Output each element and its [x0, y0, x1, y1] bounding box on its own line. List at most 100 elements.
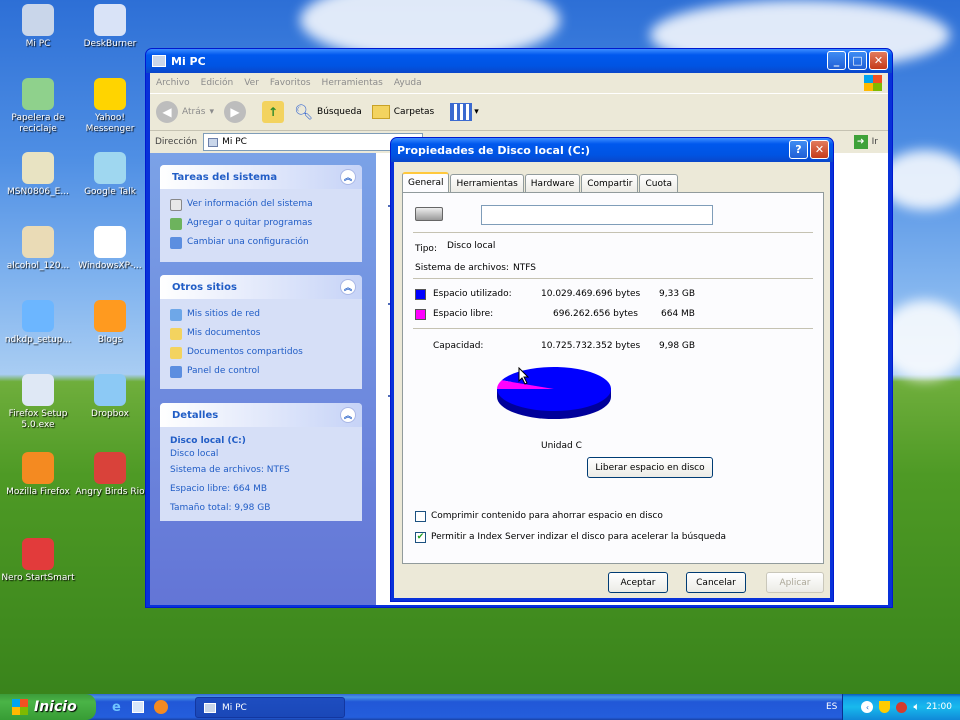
place-link-network[interactable]: Mis sitios de red	[170, 305, 352, 324]
windows-logo-icon	[864, 75, 882, 91]
task-link-system-info[interactable]: Ver información del sistema	[170, 195, 352, 214]
tab-general[interactable]: General	[402, 172, 450, 192]
tab-cuota[interactable]: Cuota	[639, 174, 678, 192]
details-name: Disco local (C:)	[170, 436, 246, 446]
ie-quick-launch-icon[interactable]: e	[112, 700, 121, 715]
desktop-icon-8[interactable]: WindowsXP-...	[72, 226, 148, 272]
place-link-documents[interactable]: Mis documentos	[170, 324, 352, 343]
antivirus-icon[interactable]	[896, 701, 908, 713]
dialog-close-button[interactable]: ✕	[810, 140, 829, 159]
desktop-icon-9[interactable]: ndkdp_setup...	[0, 300, 76, 346]
task-pane: Tareas del sistema ︽ Ver información del …	[150, 153, 376, 605]
collapse-chevron-icon[interactable]: ︽	[340, 169, 356, 185]
collapse-chevron-icon[interactable]: ︽	[340, 279, 356, 295]
capacity-label: Capacidad:	[433, 341, 484, 351]
firefox-quick-launch-icon[interactable]	[154, 700, 168, 714]
tray-arrow-icon[interactable]: ‹	[861, 701, 874, 713]
folders-button[interactable]: Carpetas	[371, 105, 434, 119]
volume-icon[interactable]: 🔈︎	[913, 700, 920, 714]
tab-hardware[interactable]: Hardware	[524, 174, 581, 192]
properties-dialog: Propiedades de Disco local (C:) ? ✕ Gene…	[390, 137, 834, 602]
dialog-title-bar[interactable]: Propiedades de Disco local (C:) ? ✕	[391, 138, 833, 162]
used-label: Espacio utilizado:	[433, 289, 512, 299]
details-fs: Sistema de archivos: NTFS	[170, 465, 290, 475]
details-free: Espacio libre: 664 MB	[170, 484, 268, 494]
task-link-change-setting[interactable]: Cambiar una configuración	[170, 233, 352, 252]
firefox-setup-icon	[22, 374, 54, 406]
setup-icon	[22, 300, 54, 332]
desktop-icon-15[interactable]: Nero StartSmart	[0, 538, 76, 584]
desktop-icon-12[interactable]: Dropbox	[72, 374, 148, 420]
capacity-size: 9,98 GB	[659, 341, 696, 351]
drive-label: Unidad C	[541, 441, 582, 451]
language-indicator[interactable]: ES	[826, 702, 837, 712]
windows-logo-icon	[12, 699, 28, 715]
desktop-icon-14[interactable]: Angry Birds Rio	[72, 452, 148, 498]
tab-compartir[interactable]: Compartir	[581, 174, 639, 192]
blogs-icon	[94, 300, 126, 332]
compress-checkbox[interactable]	[415, 511, 426, 522]
desktop-icon-label: Dropbox	[91, 409, 129, 419]
desktop-icon-3[interactable]: Papelera de reciclaje	[0, 78, 76, 135]
ok-button[interactable]: Aceptar	[608, 572, 668, 593]
folders-icon	[371, 105, 390, 119]
disk-cleanup-button[interactable]: Liberar espacio en disco	[587, 457, 713, 478]
taskbar-button-mi-pc[interactable]: Mi PC	[195, 697, 345, 718]
desktop-icon-label: Mi PC	[25, 39, 51, 49]
maximize-button[interactable]: □	[848, 51, 867, 70]
place-link-shared[interactable]: Documentos compartidos	[170, 343, 352, 362]
collapse-chevron-icon[interactable]: ︽	[340, 407, 356, 423]
menu-edicion[interactable]: Edición	[201, 78, 234, 88]
search-button[interactable]: 🔍︎ Búsqueda	[294, 103, 362, 121]
views-button[interactable]: ▾	[450, 103, 479, 121]
tab-herramientas[interactable]: Herramientas	[450, 174, 524, 192]
menu-ver[interactable]: Ver	[244, 78, 259, 88]
go-arrow-icon: ➜	[853, 135, 868, 149]
close-button[interactable]: ✕	[869, 51, 888, 70]
firefox-icon	[22, 452, 54, 484]
back-button[interactable]: ◀ Atrás ▾	[156, 101, 214, 123]
other-places-header[interactable]: Otros sitios ︽	[160, 275, 362, 299]
desktop-icon-6[interactable]: Google Talk	[72, 152, 148, 198]
start-button[interactable]: Inicio	[0, 694, 96, 720]
up-folder-button[interactable]: ↑	[261, 101, 284, 123]
control-panel-icon	[170, 365, 182, 378]
menu-ayuda[interactable]: Ayuda	[394, 78, 422, 88]
desktop-icon-4[interactable]: Yahoo! Messenger	[72, 78, 148, 135]
index-label: Permitir a Index Server indizar el disco…	[431, 532, 727, 542]
yahoo-messenger-icon	[94, 78, 126, 110]
computer-icon	[152, 55, 166, 67]
desktop-icon-10[interactable]: Blogs	[72, 300, 148, 346]
system-tray: ‹ 🔈︎ 21:00	[842, 694, 960, 720]
msn-installer-icon	[22, 152, 54, 184]
minimize-button[interactable]: _	[827, 51, 846, 70]
show-desktop-icon[interactable]	[132, 701, 144, 713]
menu-archivo[interactable]: Archivo	[156, 78, 190, 88]
menu-favoritos[interactable]: Favoritos	[270, 78, 311, 88]
volume-label-input[interactable]	[481, 205, 713, 225]
help-button[interactable]: ?	[789, 140, 808, 159]
cancel-button[interactable]: Cancelar	[686, 572, 746, 593]
desktop-icon-5[interactable]: MSN0806_E...	[0, 152, 76, 198]
place-link-control-panel[interactable]: Panel de control	[170, 362, 352, 381]
desktop-icon-1[interactable]: Mi PC	[0, 4, 76, 50]
desktop-icon-label: Yahoo! Messenger	[85, 113, 135, 134]
task-link-add-remove[interactable]: Agregar o quitar programas	[170, 214, 352, 233]
used-color-swatch	[415, 289, 426, 300]
desktop-icon-label: alcohol_120...	[6, 261, 70, 271]
security-shield-icon[interactable]	[879, 701, 891, 713]
separator	[413, 232, 813, 233]
forward-button[interactable]: ▶	[223, 101, 246, 123]
menu-herramientas[interactable]: Herramientas	[322, 78, 383, 88]
index-checkbox[interactable]: ✔	[415, 532, 426, 543]
system-tasks-header[interactable]: Tareas del sistema ︽	[160, 165, 362, 189]
desktop-icon-7[interactable]: alcohol_120...	[0, 226, 76, 272]
desktop-icon-2[interactable]: DeskBurner	[72, 4, 148, 50]
explorer-title-bar[interactable]: Mi PC _ □ ✕	[146, 49, 892, 73]
desktop-icon-13[interactable]: Mozilla Firefox	[0, 452, 76, 498]
apply-button[interactable]: Aplicar	[766, 572, 824, 593]
go-button[interactable]: ➜ Ir	[853, 135, 878, 149]
details-header[interactable]: Detalles ︽	[160, 403, 362, 427]
desktop-icon-11[interactable]: Firefox Setup 5.0.exe	[0, 374, 76, 431]
fs-value: NTFS	[513, 263, 536, 273]
